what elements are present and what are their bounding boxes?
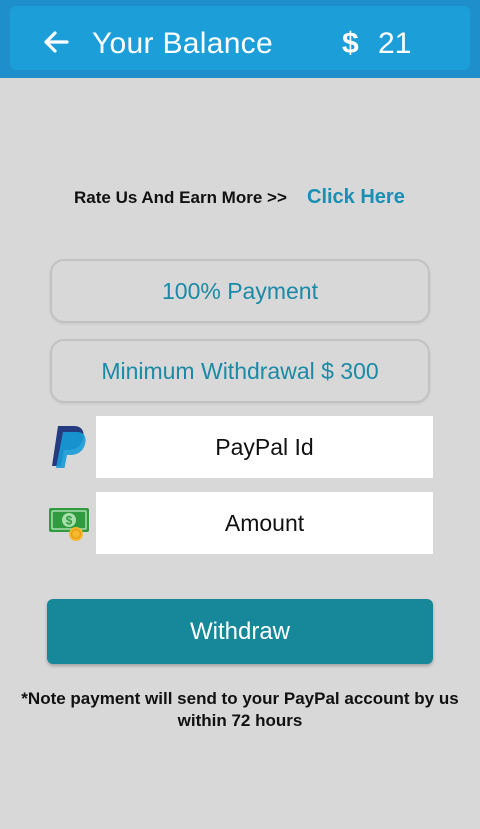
amount-input[interactable] — [96, 492, 433, 554]
app-bar: Your Balance $ 21 — [0, 0, 480, 78]
app-bar-inner: Your Balance $ 21 — [10, 6, 470, 70]
amount-row: $ — [0, 492, 480, 554]
rate-us-row: Rate Us And Earn More >> Click Here — [0, 184, 480, 212]
withdraw-button[interactable]: Withdraw — [47, 599, 433, 664]
svg-text:$: $ — [66, 514, 73, 528]
page-title: Your Balance — [92, 27, 273, 60]
paypal-id-input[interactable] — [96, 416, 433, 478]
payment-note: *Note payment will send to your PayPal a… — [21, 689, 459, 730]
money-icon: $ — [49, 508, 89, 541]
payment-info-badge: 100% Payment — [50, 259, 430, 323]
arrow-left-icon — [44, 31, 69, 53]
paypal-icon — [52, 426, 86, 468]
paypal-id-row — [0, 416, 480, 478]
click-here-link[interactable]: Click Here — [307, 185, 405, 209]
currency-symbol: $ — [342, 27, 359, 60]
minimum-withdrawal-badge: Minimum Withdrawal $ 300 — [50, 339, 430, 403]
back-button[interactable] — [34, 20, 78, 64]
rate-us-text: Rate Us And Earn More >> — [74, 188, 287, 207]
balance-value: 21 — [378, 27, 412, 60]
